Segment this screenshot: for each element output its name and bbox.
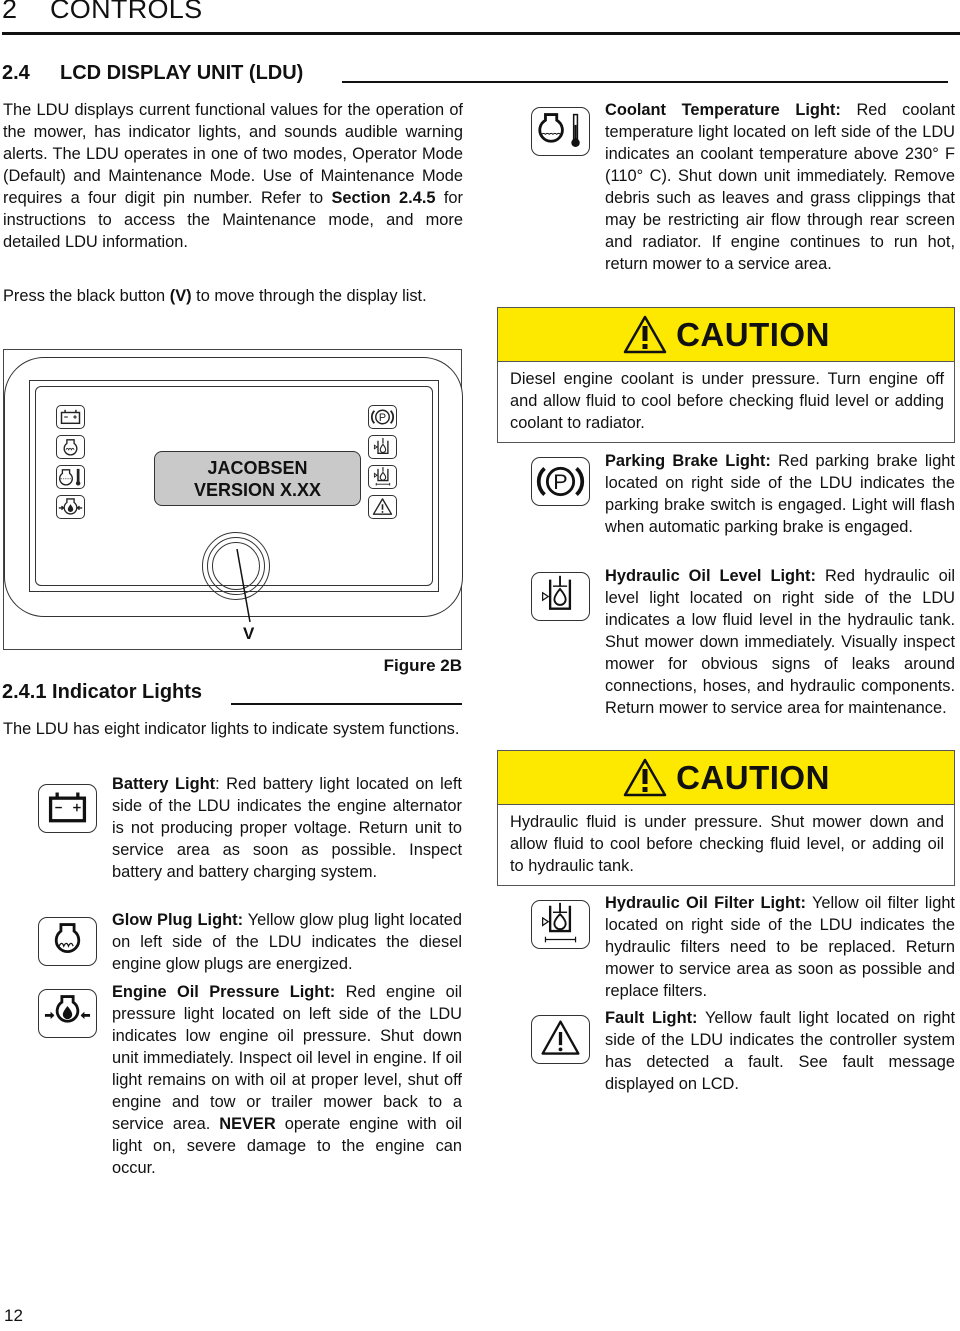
engine-oil-pressure-icon bbox=[56, 495, 85, 519]
hydraulic-oil-filter-icon bbox=[368, 465, 397, 489]
section-rule bbox=[342, 81, 948, 83]
caution-header: CAUTION bbox=[498, 308, 954, 362]
chapter-number: 2 bbox=[2, 0, 18, 24]
parking-brake-icon: P bbox=[531, 457, 590, 506]
indicator-intro: The LDU has eight indicator lights to in… bbox=[3, 720, 460, 738]
subsection-heading: 2.4.1 Indicator Lights bbox=[2, 681, 462, 705]
section-name: LCD DISPLAY UNIT (LDU) bbox=[60, 62, 304, 84]
figure-caption: Figure 2B bbox=[383, 656, 462, 675]
intro-paragraph: The LDU displays current functional valu… bbox=[3, 99, 463, 253]
indicator-title: Coolant Temperature Light: bbox=[605, 101, 841, 119]
warning-triangle-icon bbox=[623, 315, 667, 353]
hydraulic-oil-level-light-description: Hydraulic Oil Level Light: Red hydraulic… bbox=[605, 565, 955, 719]
hydraulic-oil-level-icon bbox=[368, 435, 397, 459]
hydraulic-oil-filter-light-description: Hydraulic Oil Filter Light: Yellow oil f… bbox=[605, 892, 955, 1002]
caution-text: Hydraulic fluid is under pressure. Shut … bbox=[510, 813, 944, 875]
parking-brake-light-description: Parking Brake Light: Red parking brake l… bbox=[605, 450, 955, 538]
ldu-housing: P JACOBSEN VERSION X.XX bbox=[4, 357, 463, 617]
glow-plug-light-description: Glow Plug Light: Yellow glow plug light … bbox=[112, 909, 462, 975]
indicator-title: Fault Light: bbox=[605, 1009, 698, 1027]
section-number: 2.4 bbox=[2, 62, 30, 84]
button-instruction-paragraph: Press the black button (V) to move throu… bbox=[3, 285, 463, 307]
caution-label: CAUTION bbox=[676, 758, 830, 796]
indicator-title: Battery Light bbox=[112, 775, 216, 793]
coolant-temperature-icon bbox=[56, 465, 85, 489]
caution-box-hydraulic: CAUTION Hydraulic fluid is under pressur… bbox=[497, 750, 955, 886]
instruction-text: to move through the display list. bbox=[191, 287, 427, 305]
indicator-text: Red hydraulic oil level light located on… bbox=[605, 567, 955, 717]
section-heading: 2.4 LCD DISPLAY UNIT (LDU) bbox=[2, 62, 948, 85]
fault-light-description: Fault Light: Yellow fault light located … bbox=[605, 1007, 955, 1095]
lcd-line-2: VERSION X.XX bbox=[193, 480, 322, 500]
v-button-label: V bbox=[243, 624, 255, 643]
chapter-name: CONTROLS bbox=[50, 0, 203, 24]
lcd-screen: JACOBSEN VERSION X.XX bbox=[154, 451, 361, 506]
caution-header: CAUTION bbox=[498, 751, 954, 805]
caution-label: CAUTION bbox=[676, 315, 830, 353]
caution-box-coolant: CAUTION Diesel engine coolant is under p… bbox=[497, 307, 955, 443]
engine-oil-pressure-icon bbox=[38, 989, 97, 1038]
coolant-temperature-icon bbox=[531, 107, 590, 156]
coolant-temperature-light-description: Coolant Temperature Light: Red coolant t… bbox=[605, 99, 955, 275]
v-button[interactable] bbox=[202, 532, 270, 600]
battery-icon bbox=[38, 784, 97, 833]
svg-text:P: P bbox=[553, 469, 567, 494]
subsection-number: 2.4.1 bbox=[2, 681, 47, 703]
indicator-title: Glow Plug Light: bbox=[112, 911, 244, 929]
hydraulic-oil-level-icon bbox=[531, 572, 590, 621]
chapter-title: 2 CONTROLS bbox=[2, 0, 202, 25]
indicator-text: Red engine oil pressure light located on… bbox=[112, 983, 462, 1133]
chapter-rule bbox=[2, 32, 960, 35]
fault-icon bbox=[368, 495, 397, 519]
battery-light-description: Battery Light: Red battery light located… bbox=[112, 773, 462, 883]
caution-text: Diesel engine coolant is under pressure.… bbox=[510, 370, 944, 432]
caution-body: Diesel engine coolant is under pressure.… bbox=[498, 362, 954, 442]
instruction-text: Press the black button bbox=[3, 287, 170, 305]
warning-triangle-icon bbox=[623, 758, 667, 796]
hydraulic-oil-filter-icon bbox=[531, 900, 590, 949]
engine-oil-pressure-light-description: Engine Oil Pressure Light: Red engine oi… bbox=[112, 981, 462, 1179]
subsection-name: Indicator Lights bbox=[52, 681, 203, 703]
indicator-title: Hydraulic Oil Filter Light: bbox=[605, 894, 806, 912]
lcd-line-1: JACOBSEN bbox=[207, 458, 308, 478]
subsection-rule bbox=[231, 703, 462, 705]
indicator-title: Parking Brake Light: bbox=[605, 452, 771, 470]
svg-text:P: P bbox=[379, 412, 386, 424]
page-number: 12 bbox=[4, 1306, 23, 1325]
glow-plug-icon bbox=[38, 917, 97, 966]
section-reference-link: Section 2.4.5 bbox=[331, 189, 436, 207]
indicator-title: Hydraulic Oil Level Light: bbox=[605, 567, 816, 585]
parking-brake-icon: P bbox=[368, 405, 397, 429]
warning-emphasis: NEVER bbox=[219, 1115, 276, 1133]
glow-plug-icon bbox=[56, 435, 85, 459]
indicator-title: Engine Oil Pressure Light: bbox=[112, 983, 336, 1001]
battery-icon bbox=[56, 405, 85, 429]
button-reference: (V) bbox=[169, 287, 192, 305]
ldu-figure: P JACOBSEN VERSION X.XX V bbox=[3, 349, 463, 650]
fault-icon bbox=[531, 1015, 590, 1064]
indicator-text: Red coolant temperature light located on… bbox=[605, 101, 955, 273]
caution-body: Hydraulic fluid is under pressure. Shut … bbox=[498, 805, 954, 885]
